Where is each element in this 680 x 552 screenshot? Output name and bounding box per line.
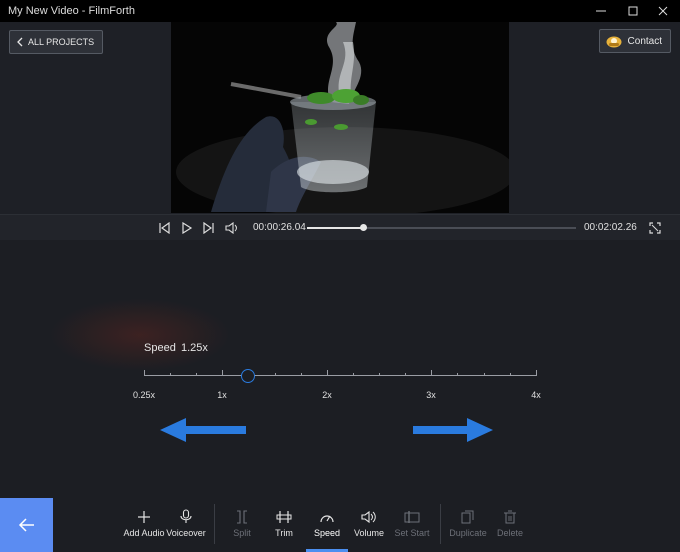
voiceover-label: Voiceover — [166, 528, 206, 538]
speed-minor-tick — [353, 373, 354, 376]
skip-forward-icon — [203, 221, 214, 234]
contact-avatar-icon — [606, 36, 622, 48]
volume-tool-label: Volume — [353, 528, 385, 538]
speed-major-tick — [327, 370, 328, 376]
trim-label: Trim — [275, 528, 293, 538]
title-bar: My New Video - FilmForth — [0, 0, 680, 22]
back-button[interactable] — [0, 498, 53, 552]
tick-label-4x: 4x — [531, 390, 541, 400]
speed-major-tick — [431, 370, 432, 376]
arrow-left-icon — [18, 518, 34, 532]
seek-bar-progress — [307, 227, 364, 229]
duplicate-label: Duplicate — [449, 528, 487, 538]
speed-major-tick — [144, 370, 145, 376]
delete-button[interactable]: Delete — [486, 509, 534, 538]
add-audio-button[interactable]: Add Audio — [120, 509, 168, 538]
seek-bar[interactable] — [307, 224, 576, 231]
right-arrow-icon — [413, 418, 493, 442]
speed-value: 1.25x — [181, 342, 208, 354]
seek-bar-handle[interactable] — [360, 224, 368, 231]
set-start-icon — [404, 509, 420, 525]
speed-minor-tick — [405, 373, 406, 376]
previous-frame-button[interactable] — [157, 221, 171, 234]
trim-icon — [276, 509, 292, 525]
volume-button[interactable] — [225, 221, 239, 234]
toolbar-divider — [440, 504, 441, 544]
speed-major-tick — [536, 370, 537, 376]
trim-button[interactable]: Trim — [260, 509, 308, 538]
toolbar-divider — [214, 504, 215, 544]
fullscreen-button[interactable] — [648, 221, 662, 234]
speed-button[interactable]: Speed — [303, 509, 351, 538]
speed-minor-tick — [170, 373, 171, 376]
play-icon — [182, 221, 193, 234]
minimize-button[interactable] — [584, 0, 618, 22]
speed-label: Speed — [144, 342, 176, 354]
set-start-label: Set Start — [394, 528, 430, 538]
contact-label: Contact — [627, 35, 662, 47]
maximize-button[interactable] — [616, 0, 650, 22]
speed-slider[interactable] — [144, 369, 537, 383]
chevron-left-icon — [17, 37, 23, 47]
duplicate-button[interactable]: Duplicate — [444, 509, 492, 538]
speed-minor-tick — [457, 373, 459, 376]
microphone-icon — [178, 509, 194, 525]
speed-editor-panel — [0, 240, 680, 552]
speed-minor-tick — [274, 373, 276, 376]
next-frame-button[interactable] — [202, 221, 216, 234]
trash-icon — [502, 509, 518, 525]
volume-icon — [361, 509, 377, 525]
tick-label-1x: 1x — [217, 390, 227, 400]
tick-label-2x: 2x — [322, 390, 332, 400]
skip-back-icon — [159, 221, 170, 234]
minimize-icon — [596, 10, 606, 12]
split-icon — [234, 509, 250, 525]
split-label: Split — [233, 528, 251, 538]
current-time: 00:00:26.04 — [253, 222, 306, 233]
all-projects-button[interactable]: ALL PROJECTS — [9, 30, 104, 54]
volume-tool-button[interactable]: Volume — [345, 509, 393, 538]
speed-major-tick — [222, 370, 223, 376]
maximize-icon — [628, 6, 638, 16]
delete-label: Delete — [496, 528, 523, 538]
video-preview[interactable] — [171, 22, 509, 213]
fullscreen-icon — [649, 221, 661, 234]
play-button[interactable] — [180, 221, 194, 234]
split-button[interactable]: Split — [218, 509, 266, 538]
playback-bar: 00:00:26.04 00:02:02.26 — [0, 214, 680, 241]
tick-label-0-25x: 0.25x — [132, 390, 156, 400]
speed-tool-label: Speed — [313, 528, 341, 538]
speed-minor-tick — [483, 373, 485, 376]
duplicate-icon — [460, 509, 476, 525]
window-title: My New Video - FilmForth — [8, 5, 135, 17]
contact-button[interactable]: Contact — [598, 29, 671, 53]
speed-minor-tick — [300, 373, 302, 376]
set-start-button[interactable]: Set Start — [388, 509, 436, 538]
plus-icon — [136, 509, 152, 525]
speed-minor-tick — [379, 373, 380, 376]
add-audio-label: Add Audio — [123, 528, 165, 538]
close-icon — [658, 6, 668, 16]
left-arrow-icon — [160, 418, 246, 442]
speed-icon — [319, 509, 335, 525]
speed-slider-track — [144, 375, 536, 376]
total-time: 00:02:02.26 — [584, 222, 637, 233]
speed-minor-tick — [196, 373, 197, 376]
tick-label-3x: 3x — [426, 390, 436, 400]
speaker-icon — [225, 221, 237, 234]
voiceover-button[interactable]: Voiceover — [162, 509, 210, 538]
all-projects-label: ALL PROJECTS — [28, 37, 95, 47]
close-button[interactable] — [646, 0, 680, 22]
speed-minor-tick — [509, 373, 511, 376]
video-frame — [171, 22, 509, 213]
